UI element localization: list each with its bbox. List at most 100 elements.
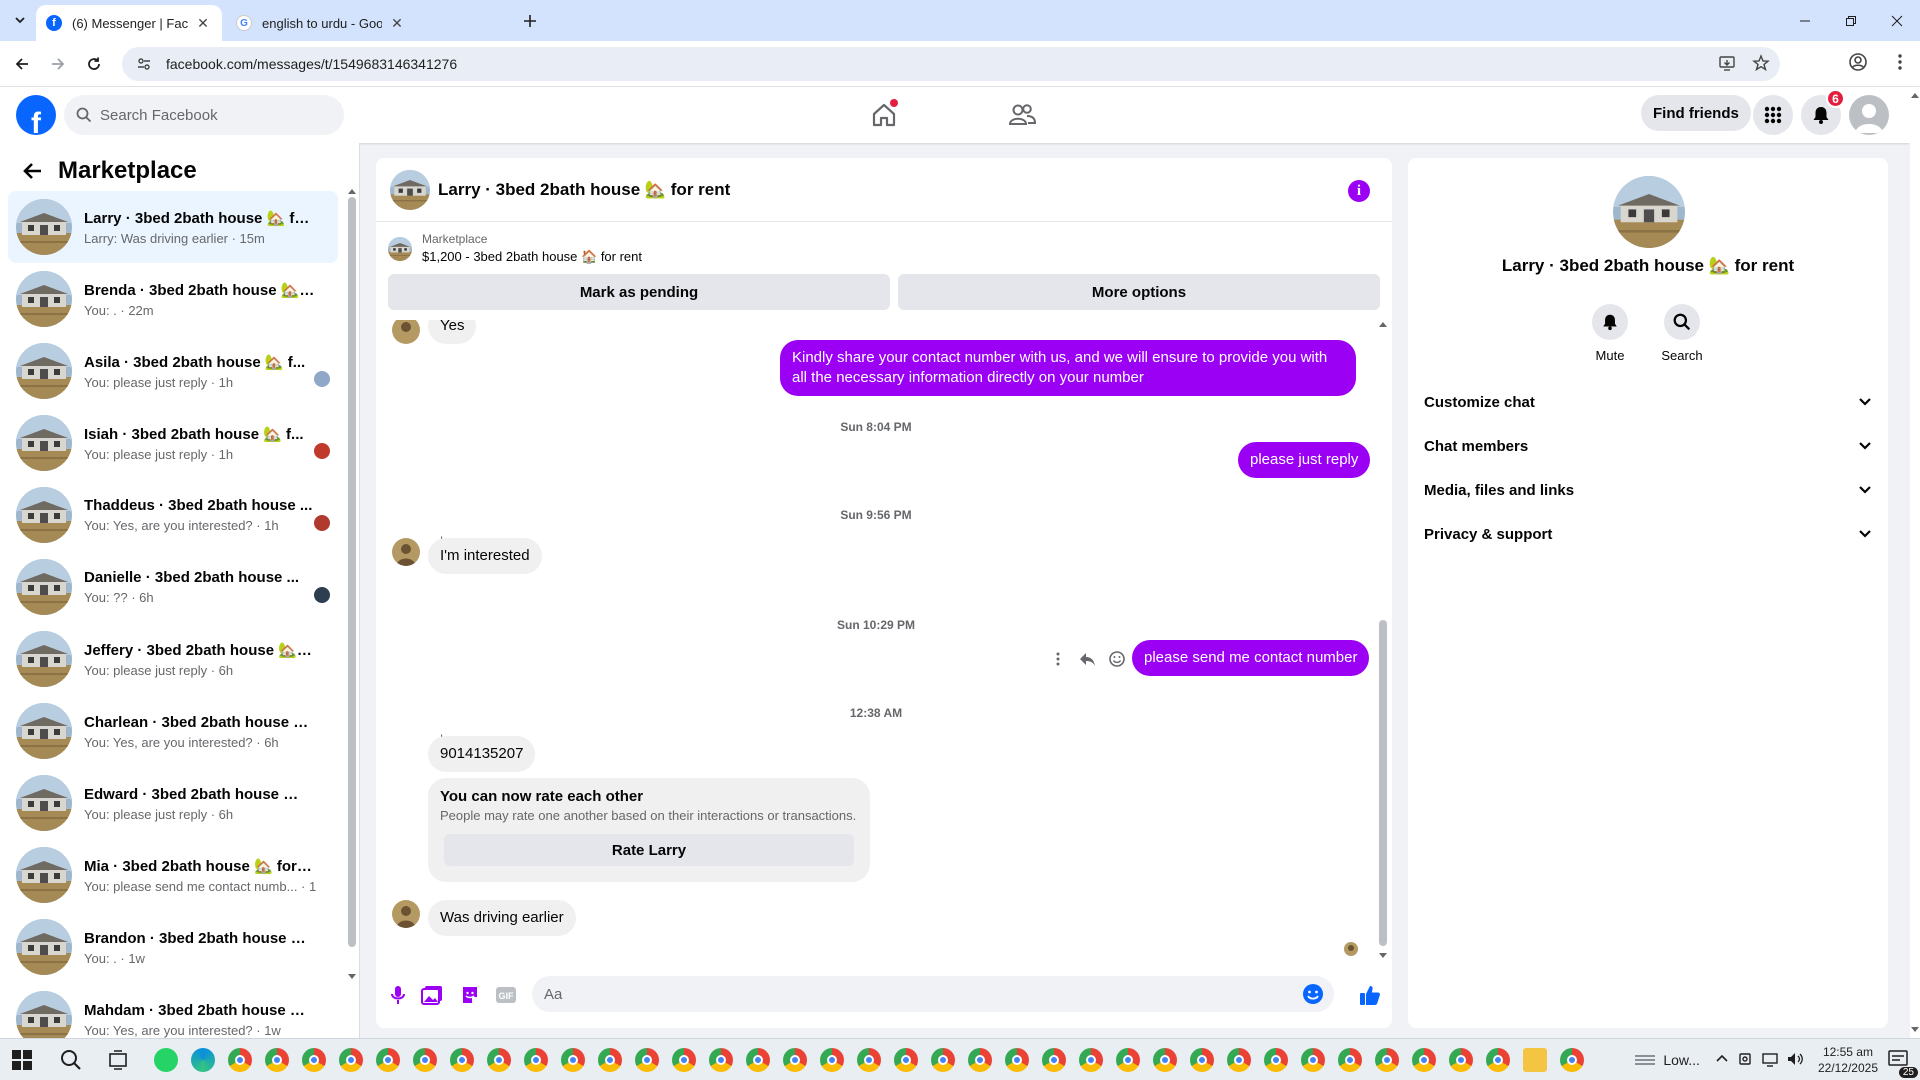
conversation-item[interactable]: Jeffery · 3bed 2bath house 🏡 f... You: pl…: [8, 623, 338, 695]
chrome-icon[interactable]: [339, 1048, 363, 1072]
close-tab-icon[interactable]: ✕: [388, 14, 406, 32]
chrome-icon[interactable]: [487, 1048, 511, 1072]
thumbs-up-icon[interactable]: [1358, 983, 1382, 1007]
chrome-icon[interactable]: [1116, 1048, 1140, 1072]
conversation-item[interactable]: Edward · 3bed 2bath house 🏡 f... You: ple…: [8, 767, 338, 839]
message-input[interactable]: [544, 985, 1284, 1003]
chrome-icon[interactable]: [561, 1048, 585, 1072]
chrome-icon[interactable]: [1079, 1048, 1103, 1072]
gif-icon[interactable]: GIF: [494, 983, 518, 1007]
network-icon[interactable]: [1762, 1051, 1778, 1070]
chrome-icon[interactable]: [450, 1048, 474, 1072]
message-bubble-incoming[interactable]: Yes: [428, 320, 477, 344]
reload-button[interactable]: [82, 52, 106, 76]
more-actions-icon[interactable]: [1050, 651, 1066, 672]
back-arrow-icon[interactable]: [20, 159, 44, 183]
chrome-icon[interactable]: [302, 1048, 326, 1072]
info-icon[interactable]: i: [1348, 180, 1370, 202]
larry-avatar[interactable]: [392, 320, 420, 344]
conversation-item[interactable]: Isiah · 3bed 2bath house 🏡 f... You: plea…: [8, 407, 338, 479]
chrome-icon[interactable]: [1227, 1048, 1251, 1072]
chrome-icon[interactable]: [1301, 1048, 1325, 1072]
friends-nav-button[interactable]: [1002, 97, 1042, 133]
media-files-links-section[interactable]: Media, files and links: [1424, 468, 1872, 512]
search-icon[interactable]: [60, 1049, 82, 1076]
browser-tab-google[interactable]: G english to urdu - Google Search ✕: [226, 5, 416, 41]
chrome-icon[interactable]: [1005, 1048, 1029, 1072]
search-input[interactable]: [100, 106, 320, 124]
mark-as-pending-button[interactable]: Mark as pending: [388, 274, 890, 310]
address-bar[interactable]: facebook.com/messages/t/1549683146341276: [122, 47, 1780, 81]
site-info-icon[interactable]: [136, 55, 154, 73]
facebook-logo-icon[interactable]: f: [16, 95, 56, 135]
chrome-icon[interactable]: [1153, 1048, 1177, 1072]
sticker-icon[interactable]: [458, 983, 482, 1007]
customize-chat-section[interactable]: Customize chat: [1424, 380, 1872, 424]
restore-button[interactable]: [1828, 0, 1874, 41]
listing-thumbnail[interactable]: [390, 170, 430, 210]
notifications-button[interactable]: 6: [1801, 89, 1845, 135]
profile-icon[interactable]: [1848, 52, 1868, 77]
privacy-support-section[interactable]: Privacy & support: [1424, 512, 1872, 556]
chrome-icon[interactable]: [1486, 1048, 1510, 1072]
message-bubble-outgoing[interactable]: please just reply: [1238, 442, 1371, 478]
chrome-icon[interactable]: [265, 1048, 289, 1072]
menu-button[interactable]: [1753, 95, 1793, 135]
chat-scrollbar[interactable]: [1378, 320, 1388, 960]
conversation-item[interactable]: Thaddeus · 3bed 2bath house ... You: Yes,…: [8, 479, 338, 551]
emoji-picker-icon[interactable]: [1302, 983, 1324, 1010]
microphone-icon[interactable]: [386, 983, 410, 1007]
larry-avatar[interactable]: [392, 538, 420, 566]
chat-title[interactable]: Larry · 3bed 2bath house 🏡 for rent: [438, 180, 730, 200]
message-bubble-incoming[interactable]: Was driving earlier: [428, 900, 576, 936]
conversation-item[interactable]: Brandon · 3bed 2bath house 🏡 ... You: . ·…: [8, 911, 338, 983]
close-window-button[interactable]: [1874, 0, 1920, 41]
message-bubble-incoming[interactable]: 9014135207: [428, 736, 536, 772]
facebook-search[interactable]: [64, 95, 344, 135]
chrome-icon[interactable]: [1042, 1048, 1066, 1072]
home-nav-button[interactable]: [864, 97, 904, 133]
conversation-item[interactable]: Danielle · 3bed 2bath house ... You: ?? ·…: [8, 551, 338, 623]
chrome-icon[interactable]: [820, 1048, 844, 1072]
volume-icon[interactable]: [1786, 1051, 1804, 1070]
chrome-icon[interactable]: [1412, 1048, 1436, 1072]
more-options-button[interactable]: More options: [898, 274, 1380, 310]
whatsapp-icon[interactable]: [154, 1048, 178, 1072]
chrome-icon[interactable]: [968, 1048, 992, 1072]
install-app-icon[interactable]: [1718, 54, 1736, 75]
file-explorer-icon[interactable]: [1523, 1048, 1547, 1072]
chrome-icon[interactable]: [746, 1048, 770, 1072]
windows-start-icon[interactable]: [12, 1050, 32, 1075]
sidebar-scrollbar[interactable]: [348, 189, 356, 979]
chrome-icon[interactable]: [1264, 1048, 1288, 1072]
conversation-item[interactable]: Mahdam · 3bed 2bath house 🏡 ... You: Yes,…: [8, 983, 338, 1038]
chrome-icon[interactable]: [783, 1048, 807, 1072]
conversation-item[interactable]: Larry · 3bed 2bath house 🏡 for ... Larry:…: [8, 191, 338, 263]
bookmark-star-icon[interactable]: [1752, 53, 1770, 75]
conversation-item[interactable]: Asila · 3bed 2bath house 🏡 f... You: plea…: [8, 335, 338, 407]
conversation-item[interactable]: Mia · 3bed 2bath house 🏡 for r... You: pl…: [8, 839, 338, 911]
chrome-icon[interactable]: [524, 1048, 548, 1072]
chevron-up-icon[interactable]: [1716, 1053, 1728, 1068]
close-tab-icon[interactable]: ✕: [194, 14, 212, 32]
chrome-icon[interactable]: [598, 1048, 622, 1072]
larry-avatar[interactable]: [392, 900, 420, 928]
chrome-icon[interactable]: [1375, 1048, 1399, 1072]
listing-summary[interactable]: Marketplace $1,200 - 3bed 2bath house 🏠 …: [388, 232, 642, 265]
back-button[interactable]: [10, 52, 34, 76]
listing-large-thumbnail[interactable]: [1613, 176, 1685, 248]
chrome-icon[interactable]: [413, 1048, 437, 1072]
search-conversation-button[interactable]: Search: [1652, 304, 1712, 363]
chrome-icon[interactable]: [1560, 1048, 1584, 1072]
task-view-icon[interactable]: [108, 1050, 128, 1075]
chrome-icon[interactable]: [672, 1048, 696, 1072]
browser-menu-icon[interactable]: [1890, 52, 1910, 77]
rate-larry-button[interactable]: Rate Larry: [444, 834, 854, 866]
chrome-icon[interactable]: [931, 1048, 955, 1072]
edge-icon[interactable]: [191, 1048, 215, 1072]
minimize-button[interactable]: [1782, 0, 1828, 41]
chrome-icon[interactable]: [894, 1048, 918, 1072]
find-friends-button[interactable]: Find friends: [1641, 95, 1751, 131]
photo-icon[interactable]: [420, 983, 444, 1007]
message-bubble-outgoing[interactable]: Kindly share your contact number with us…: [780, 340, 1356, 396]
